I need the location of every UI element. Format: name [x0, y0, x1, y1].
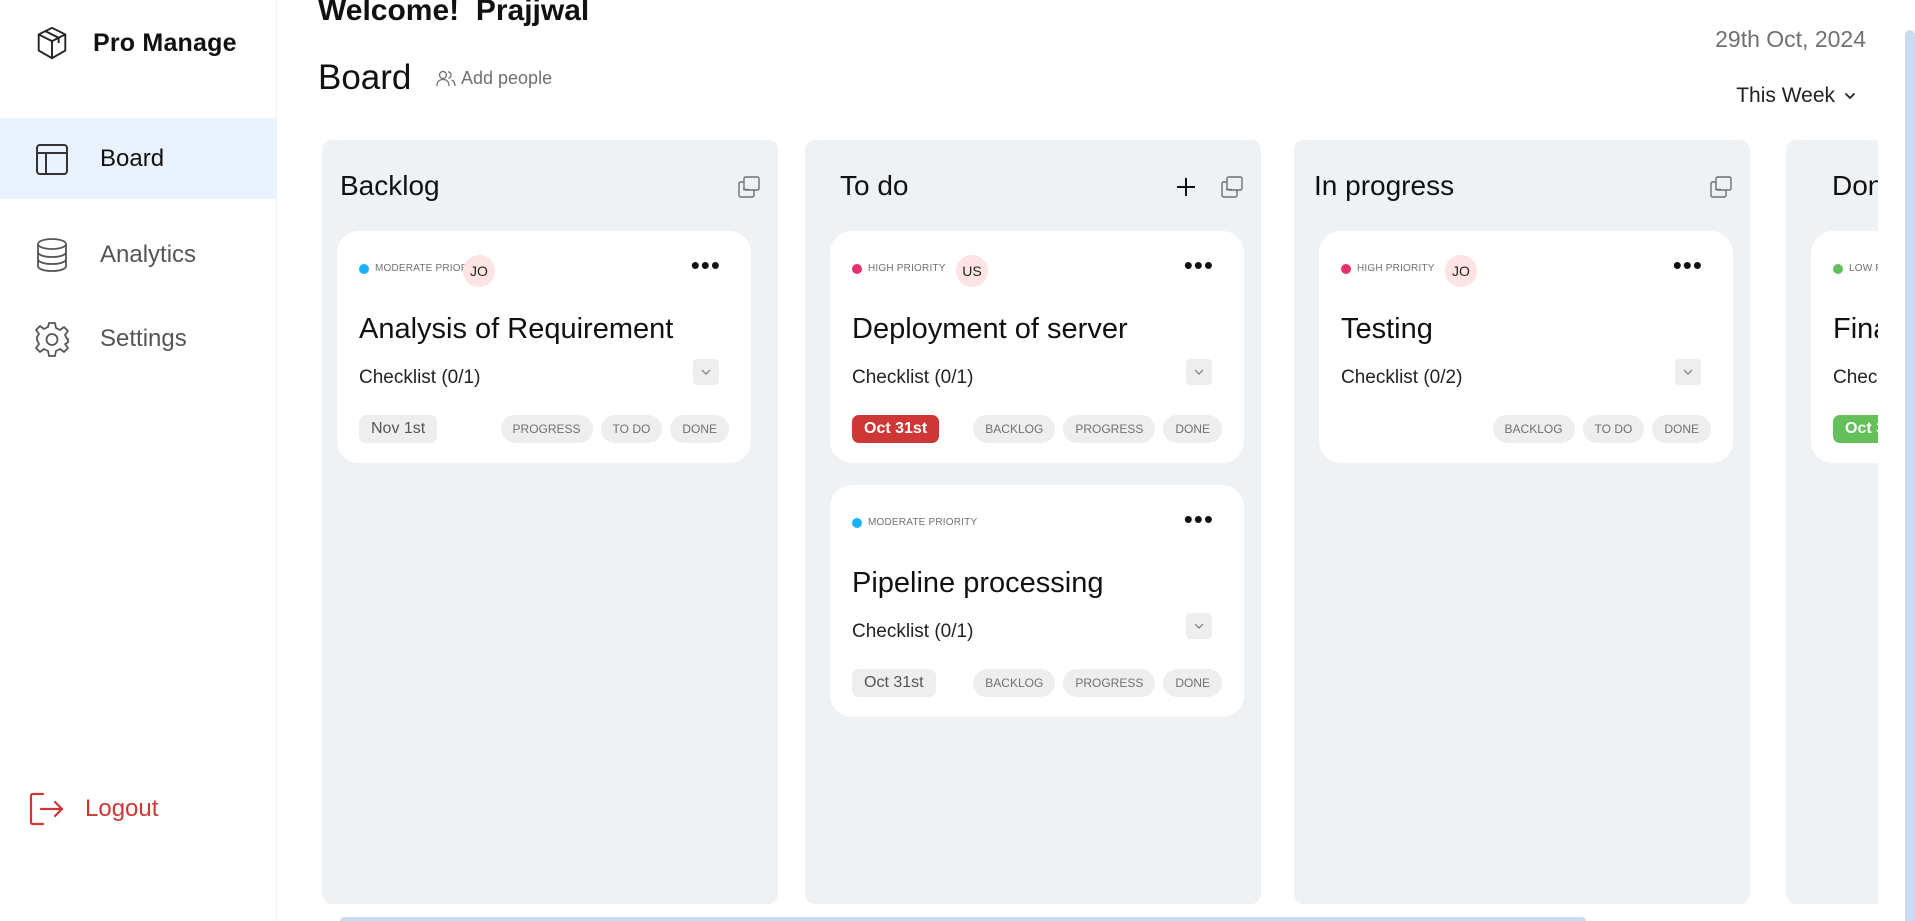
due-date-badge: Oct 31st — [852, 669, 936, 697]
due-date-badge: Oct 31st — [852, 415, 940, 443]
task-card[interactable]: MODERATE PRIORITY JO ••• Analysis of Req… — [337, 231, 751, 463]
cube-logo-icon — [37, 26, 67, 60]
card-title: Fina — [1833, 313, 1878, 345]
people-icon — [436, 70, 456, 86]
collapse-icon — [738, 176, 760, 198]
database-icon — [33, 236, 71, 274]
more-options-icon[interactable]: ••• — [1184, 506, 1214, 532]
due-date-badge: Nov 1st — [359, 415, 438, 443]
priority-dot — [359, 263, 369, 274]
layout-icon — [33, 140, 71, 178]
move-to-progress-button[interactable]: PROGRESS — [1063, 669, 1156, 697]
add-task-button[interactable] — [1173, 174, 1199, 200]
current-date: 29th Oct, 2024 — [1715, 26, 1866, 52]
more-options-icon[interactable]: ••• — [691, 252, 721, 278]
chevron-down-icon — [701, 369, 711, 375]
chevron-down-icon — [1683, 369, 1693, 375]
checklist-label: Checklist (0/1) — [852, 367, 974, 388]
sidebar-item-label: Settings — [100, 324, 187, 352]
sidebar-item-settings[interactable]: Settings — [0, 298, 277, 379]
column-title: In progress — [1314, 170, 1455, 201]
card-title: Testing — [1341, 313, 1433, 345]
move-to-progress-button[interactable]: PROGRESS — [1063, 415, 1156, 443]
avatar: JO — [1445, 255, 1477, 287]
column-title: Don — [1832, 170, 1878, 201]
add-people-label: Add people — [461, 68, 553, 88]
collapse-icon — [1221, 176, 1243, 198]
move-to-done-button[interactable]: DONE — [1652, 415, 1711, 443]
move-to-done-button[interactable]: DONE — [1163, 415, 1222, 443]
card-title: Pipeline processing — [852, 567, 1104, 599]
task-card[interactable]: HIGH PRIORITY JO ••• Testing Checklist (… — [1319, 231, 1733, 463]
chevron-down-icon — [1845, 93, 1855, 100]
move-to-done-button[interactable]: DONE — [1163, 669, 1222, 697]
column-todo: To do HIGH PRIORITY US ••• Deployment of… — [805, 140, 1261, 904]
move-to-backlog-button[interactable]: BACKLOG — [1492, 415, 1575, 443]
chevron-down-icon — [1194, 369, 1204, 375]
due-date-badge: Oct 3 — [1833, 415, 1878, 443]
column-backlog: Backlog MODERATE PRIORITY JO ••• Analysi… — [322, 140, 778, 904]
move-to-todo-button[interactable]: TO DO — [1582, 415, 1645, 443]
card-title: Deployment of server — [852, 313, 1128, 345]
more-options-icon[interactable]: ••• — [1184, 252, 1214, 278]
more-options-icon[interactable]: ••• — [1673, 252, 1703, 278]
gear-icon — [33, 320, 71, 358]
column-title: Backlog — [340, 170, 440, 201]
checklist-label: Checklist (0/2) — [1341, 367, 1463, 388]
task-card[interactable]: MODERATE PRIORITY ••• Pipeline processin… — [830, 485, 1244, 717]
vertical-scrollbar[interactable] — [1905, 30, 1915, 921]
priority-dot — [852, 263, 862, 274]
move-to-progress-button[interactable]: PROGRESS — [500, 415, 593, 443]
move-to-backlog-button[interactable]: BACKLOG — [973, 669, 1056, 697]
checklist-label: Checklist (0/1) — [852, 621, 974, 642]
checklist-label: Check — [1833, 367, 1878, 388]
checklist-toggle[interactable] — [1186, 613, 1212, 639]
add-people-button[interactable]: Add people — [436, 68, 552, 89]
collapse-all-button[interactable] — [736, 174, 762, 200]
move-to-done-button[interactable]: DONE — [670, 415, 729, 443]
priority-label: MODERATE PRIORITY — [868, 517, 978, 528]
logout-icon — [29, 792, 64, 826]
plus-icon — [1177, 178, 1195, 196]
board: Backlog MODERATE PRIORITY JO ••• Analysi… — [322, 140, 1878, 904]
collapse-icon — [1710, 176, 1732, 198]
sidebar-item-analytics[interactable]: Analytics — [0, 214, 277, 295]
checklist-toggle[interactable] — [1675, 359, 1701, 385]
logout-button[interactable]: Logout — [27, 790, 158, 828]
collapse-all-button[interactable] — [1219, 174, 1245, 200]
task-card[interactable]: LOW PR Fina Check Oct 3 — [1811, 231, 1878, 463]
date-filter-dropdown[interactable]: This Week — [1736, 84, 1857, 108]
sidebar-item-label: Board — [100, 144, 165, 172]
priority-dot — [852, 517, 862, 528]
card-title: Analysis of Requirement — [359, 313, 674, 345]
column-title: To do — [840, 170, 909, 201]
avatar: US — [956, 255, 988, 287]
chevron-down-icon — [1194, 623, 1204, 629]
task-card[interactable]: HIGH PRIORITY US ••• Deployment of serve… — [830, 231, 1244, 463]
priority-label: HIGH PRIORITY — [1357, 263, 1435, 274]
move-to-todo-button[interactable]: TO DO — [600, 415, 663, 443]
sidebar-item-board[interactable]: Board — [0, 118, 277, 199]
column-done: Don LOW PR Fina Check Oct 3 — [1786, 140, 1878, 904]
sidebar: Pro Manage Board Analytics Settings Logo… — [0, 0, 277, 921]
column-in-progress: In progress HIGH PRIORITY JO ••• Testing… — [1294, 140, 1750, 904]
priority-dot — [1833, 263, 1843, 274]
priority-label: HIGH PRIORITY — [868, 263, 946, 274]
logout-label: Logout — [85, 795, 159, 822]
checklist-label: Checklist (0/1) — [359, 367, 481, 388]
checklist-toggle[interactable] — [1186, 359, 1212, 385]
logo: Pro Manage — [33, 24, 237, 62]
collapse-all-button[interactable] — [1708, 174, 1734, 200]
move-to-backlog-button[interactable]: BACKLOG — [973, 415, 1056, 443]
horizontal-scrollbar[interactable] — [340, 917, 1586, 921]
sidebar-item-label: Analytics — [100, 240, 197, 268]
page-title: Board — [318, 58, 412, 97]
priority-dot — [1341, 263, 1351, 274]
filter-value: This Week — [1736, 84, 1835, 107]
welcome-text: Welcome! Prajjwal — [318, 0, 590, 27]
checklist-toggle[interactable] — [693, 359, 719, 385]
app-name: Pro Manage — [93, 28, 237, 57]
priority-label: LOW PR — [1849, 263, 1878, 274]
avatar: JO — [463, 255, 495, 287]
